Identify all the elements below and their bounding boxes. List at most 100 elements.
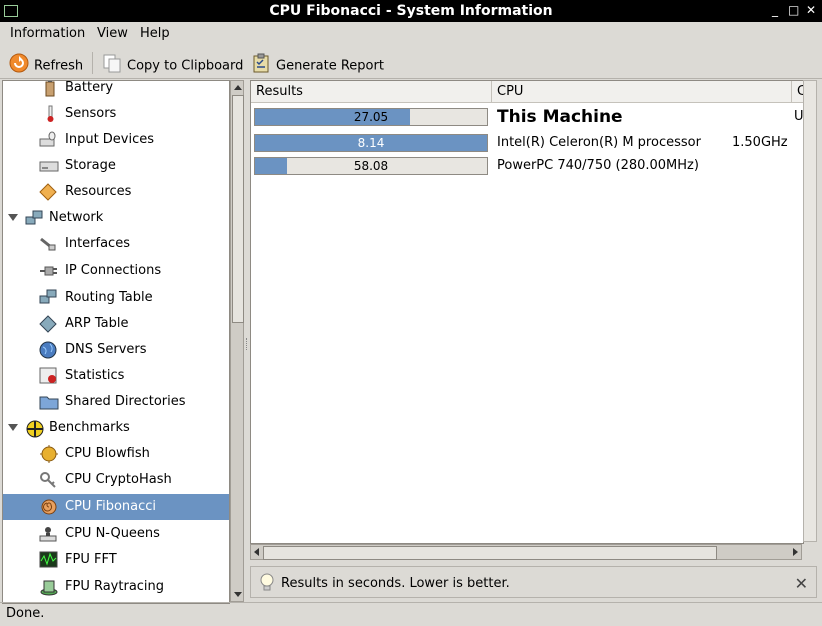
table-row[interactable]: 58.08 PowerPC 740/750 (280.00MHz) [251, 154, 803, 178]
refresh-button[interactable]: Refresh [9, 53, 83, 74]
blowfish-icon [39, 445, 58, 463]
table-row[interactable]: 8.14 Intel(R) Celeron(R) M processor 1.5… [251, 131, 803, 155]
generate-report-button[interactable]: Generate Report [251, 53, 384, 74]
sidebar-item-label: Input Devices [65, 132, 155, 147]
sidebar-item-resources[interactable]: Resources [3, 179, 229, 205]
sidebar-item-label: IP Connections [65, 263, 162, 278]
menu-help[interactable]: Help [140, 26, 170, 41]
plug-icon [39, 262, 57, 280]
sidebar-item-sensors[interactable]: Sensors [3, 101, 229, 127]
cpu-name: This Machine [497, 107, 623, 127]
close-note-icon[interactable]: ✕ [795, 574, 808, 593]
resources-icon [39, 183, 57, 201]
sidebar-item-shared-directories[interactable]: Shared Directories [3, 389, 229, 415]
menu-bar: Information View Help [0, 23, 822, 45]
fft-icon [39, 551, 58, 569]
sidebar-tree[interactable]: Battery Sensors Input Devices Storage Re… [2, 80, 230, 604]
copy-to-clipboard-button[interactable]: Copy to Clipboard [102, 53, 244, 74]
statistics-icon [39, 367, 57, 385]
result-value: 8.14 [357, 136, 385, 150]
sidebar-item-cpu-cryptohash[interactable]: CPU CryptoHash [3, 467, 229, 493]
sidebar-item-input-devices[interactable]: Input Devices [3, 127, 229, 153]
maximize-button[interactable]: □ [788, 3, 799, 17]
scroll-up-icon[interactable] [234, 85, 242, 90]
raytracing-icon [39, 578, 58, 596]
pane-resize-handle[interactable] [246, 338, 249, 350]
window-title: CPU Fibonacci - System Information [269, 3, 553, 19]
scroll-down-icon[interactable] [234, 592, 242, 597]
sidebar-item-benchmarks[interactable]: Benchmarks [3, 415, 229, 441]
chess-icon [39, 525, 57, 543]
keyboard-mouse-icon [39, 131, 57, 149]
copy-icon [102, 53, 122, 79]
sidebar-item-fpu-fft[interactable]: FPU FFT [3, 547, 229, 573]
sidebar-item-label: Resources [65, 184, 132, 199]
results-list[interactable]: Results CPU C 27.05 This Machine U 8.14 … [250, 80, 804, 544]
sidebar-item-battery[interactable]: Battery [3, 80, 229, 101]
scroll-left-icon[interactable] [254, 548, 259, 556]
folder-icon [39, 393, 59, 411]
column-header-cpu[interactable]: CPU [492, 81, 792, 103]
network-icon [25, 209, 43, 227]
table-row[interactable]: 27.05 This Machine U [251, 105, 803, 129]
sidebar-item-label: Storage [65, 158, 116, 173]
sidebar-item-cpu-fibonacci[interactable]: CPU Fibonacci [3, 494, 229, 520]
sidebar-item-cpu-blowfish[interactable]: CPU Blowfish [3, 441, 229, 467]
toolbar-separator [92, 52, 93, 74]
sidebar-item-label: CPU Fibonacci [65, 499, 157, 514]
results-hscroll-thumb[interactable] [263, 546, 717, 560]
refresh-icon [9, 53, 29, 79]
report-label: Generate Report [276, 58, 384, 74]
copy-label: Copy to Clipboard [127, 58, 244, 74]
sidebar-item-label: FPU FFT [65, 552, 117, 567]
sidebar-item-label: CPU CryptoHash [65, 472, 172, 487]
battery-icon [41, 81, 59, 97]
toolbar: Refresh Copy to Clipboard Generate Repor… [0, 46, 822, 79]
result-bar: 58.08 [254, 157, 488, 175]
sidebar-item-label: CPU Blowfish [65, 446, 150, 461]
sidebar-item-label: Statistics [65, 368, 125, 383]
sidebar-item-network[interactable]: Network [3, 205, 229, 231]
sidebar-item-ip-connections[interactable]: IP Connections [3, 258, 229, 284]
cpu-clock: 1.50GHz [732, 135, 788, 150]
sidebar-item-dns-servers[interactable]: DNS Servers [3, 337, 229, 363]
results-horizontal-scrollbar[interactable] [250, 544, 802, 560]
result-bar: 27.05 [254, 108, 488, 126]
scroll-right-icon[interactable] [793, 548, 798, 556]
sidebar-item-label: Battery [65, 80, 114, 95]
benchmarks-icon [25, 419, 44, 438]
sidebar-item-routing-table[interactable]: Routing Table [3, 285, 229, 311]
sidebar-item-label: FPU Raytracing [65, 579, 165, 594]
close-window-button[interactable]: ✕ [806, 3, 816, 17]
globe-icon [39, 341, 57, 359]
result-value: 27.05 [353, 110, 389, 124]
expander-open-icon[interactable] [8, 424, 18, 431]
arp-icon [39, 315, 57, 333]
note-text: Results in seconds. Lower is better. [281, 576, 510, 591]
menu-view[interactable]: View [97, 26, 128, 41]
sidebar-item-label: Routing Table [65, 290, 153, 305]
minimize-button[interactable]: _ [772, 3, 778, 17]
menu-information[interactable]: Information [10, 26, 85, 41]
cpu-name: Intel(R) Celeron(R) M processor [497, 135, 701, 150]
sidebar-item-arp-table[interactable]: ARP Table [3, 311, 229, 337]
note-bar: Results in seconds. Lower is better. ✕ [250, 566, 817, 598]
sidebar-item-fpu-raytracing[interactable]: FPU Raytracing [3, 574, 229, 600]
sidebar-item-label: CPU N-Queens [65, 526, 160, 541]
sidebar-item-label: DNS Servers [65, 342, 147, 357]
computers-icon [39, 289, 57, 307]
expander-open-icon[interactable] [8, 214, 18, 221]
sidebar-item-statistics[interactable]: Statistics [3, 363, 229, 389]
cpu-name: PowerPC 740/750 (280.00MHz) [497, 158, 699, 173]
sidebar-item-storage[interactable]: Storage [3, 153, 229, 179]
hard-drive-icon [39, 157, 59, 175]
sidebar-item-cpu-n-queens[interactable]: CPU N-Queens [3, 521, 229, 547]
title-bar: CPU Fibonacci - System Information _ □ ✕ [0, 0, 822, 22]
sidebar-scrollbar[interactable] [230, 80, 244, 602]
sidebar-scroll-thumb[interactable] [232, 95, 244, 323]
results-vertical-scrollbar[interactable] [803, 80, 817, 542]
result-bar: 8.14 [254, 134, 488, 152]
keys-icon [39, 471, 57, 489]
sidebar-item-interfaces[interactable]: Interfaces [3, 231, 229, 257]
column-header-results[interactable]: Results [251, 81, 492, 103]
